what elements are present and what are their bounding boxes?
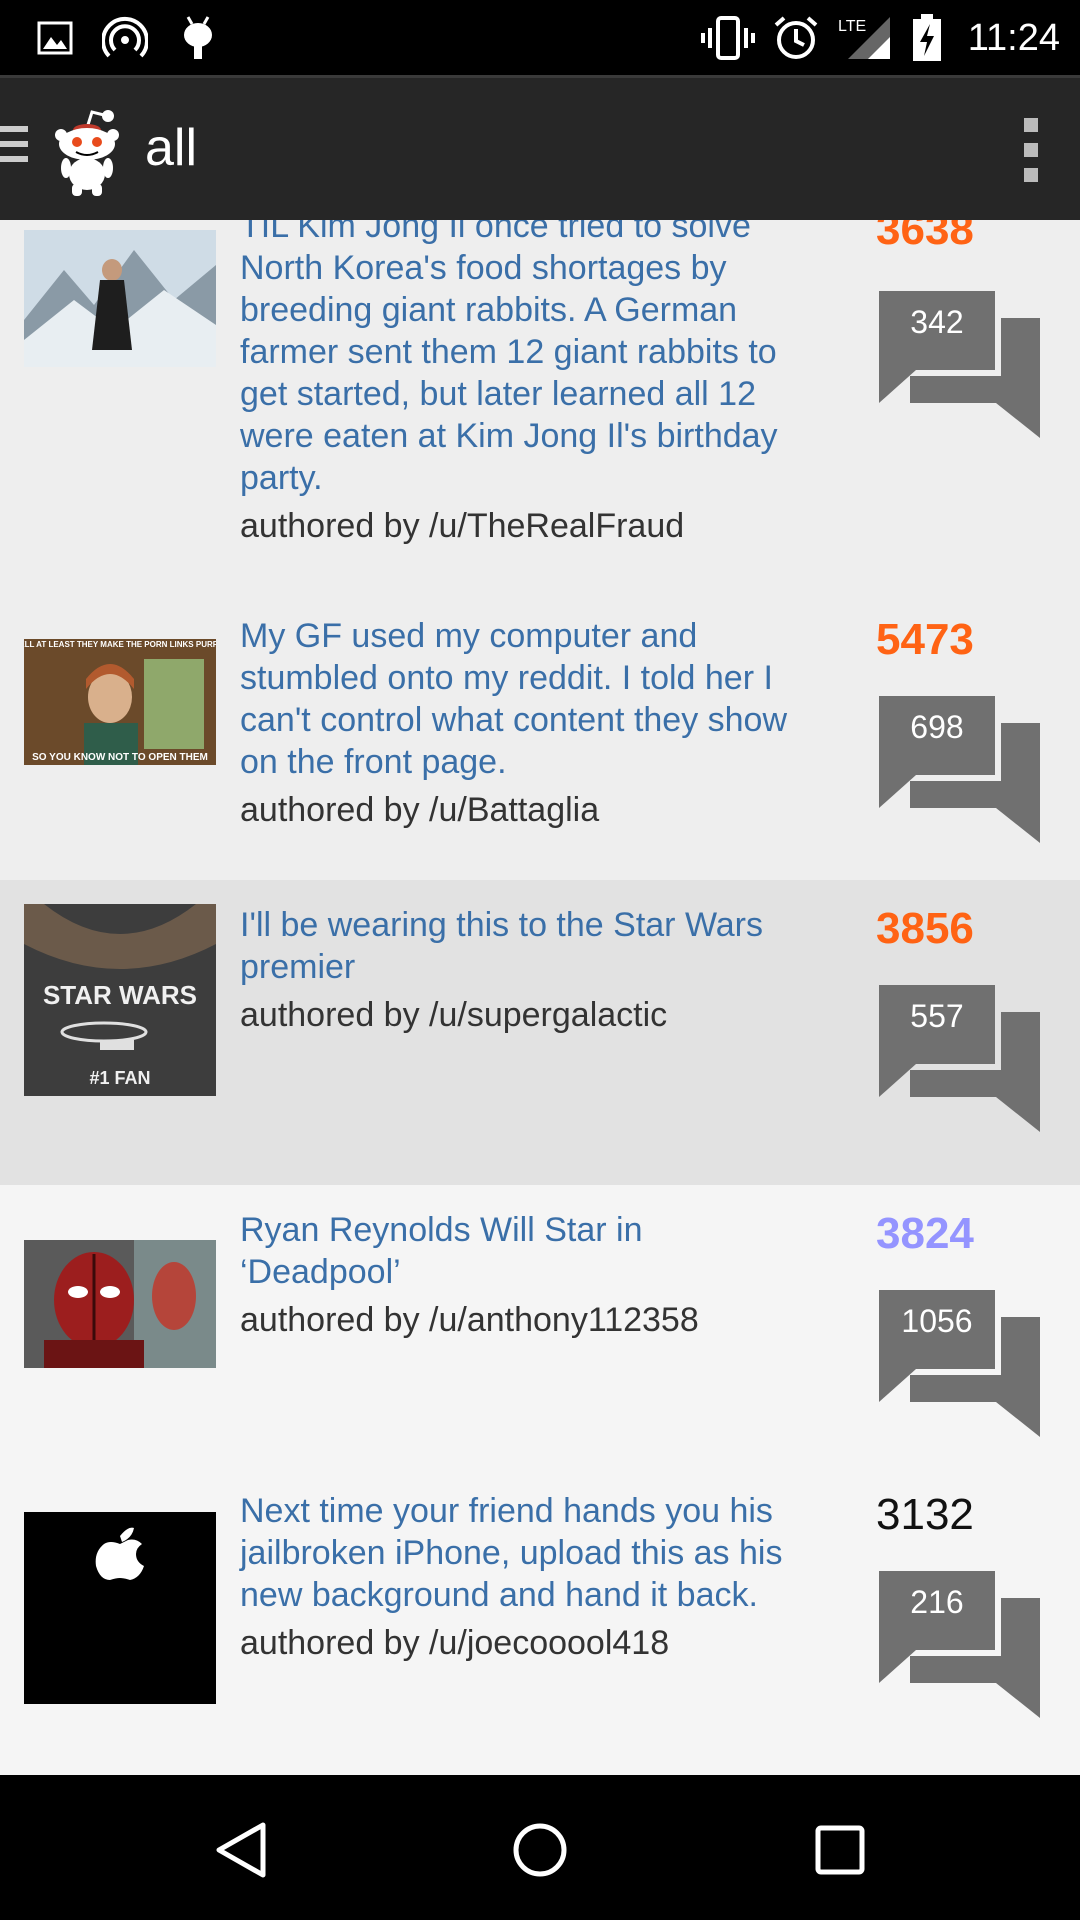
signal-icon: LTE [838,14,892,62]
thumbnail-caption-top: WELL AT LEAST THEY MAKE THE PORN LINKS P… [24,640,216,649]
comments-button[interactable]: 698 [873,690,1046,843]
comment-count: 216 [910,1584,964,1620]
comment-count: 557 [910,998,964,1034]
post-author[interactable]: authored by /u/TheRealFraud [240,505,800,547]
post-score: 3132 [876,1490,974,1539]
list-item[interactable]: Ryan Reynolds Will Star in ‘Deadpool’ au… [0,1185,1080,1490]
post-score: 5473 [876,615,974,664]
list-item[interactable]: TIL Kim Jong Il once tried to solve Nort… [0,220,1080,615]
android-debug-icon [178,14,218,62]
list-item[interactable]: STAR WARS #1 FAN I'll be wearing this to… [0,880,1080,1185]
post-title[interactable]: Next time your friend hands you his jail… [240,1492,782,1614]
network-type-label: LTE [838,18,866,35]
battery-charging-icon [912,14,942,62]
reddit-logo[interactable] [52,106,122,196]
comments-button[interactable]: 1056 [873,1284,1046,1437]
comment-count: 1056 [901,1303,973,1339]
comments-button[interactable]: 216 [873,1565,1046,1718]
post-thumbnail[interactable]: STAR WARS #1 FAN [24,904,216,1096]
post-thumbnail[interactable]: WELL AT LEAST THEY MAKE THE PORN LINKS P… [12,639,229,765]
hotspot-icon [102,14,148,62]
post-author[interactable]: authored by /u/joecooool418 [240,1622,800,1664]
navigation-bar [0,1775,1080,1920]
list-item[interactable]: Next time your friend hands you his jail… [0,1490,1080,1775]
image-icon [36,14,74,62]
comments-button[interactable]: 557 [873,979,1046,1132]
post-title[interactable]: Ryan Reynolds Will Star in ‘Deadpool’ [240,1211,642,1291]
thumbnail-caption-bottom: SO YOU KNOW NOT TO OPEN THEM [32,752,208,763]
post-title[interactable]: My GF used my computer and stumbled onto… [240,617,787,781]
status-bar: LTE 11:24 [0,0,1080,75]
post-list: TIL Kim Jong Il once tried to solve Nort… [0,220,1080,1775]
post-score: 3638 [876,220,974,254]
back-icon[interactable] [205,1815,275,1885]
home-icon[interactable] [505,1815,575,1885]
recents-icon[interactable] [805,1815,875,1885]
list-item[interactable]: WELL AT LEAST THEY MAKE THE PORN LINKS P… [0,615,1080,900]
post-author[interactable]: authored by /u/supergalactic [240,994,800,1036]
comments-button[interactable]: 342 [873,285,1046,438]
thumbnail-caption-top: STAR WARS [43,980,197,1010]
post-title[interactable]: I'll be wearing this to the Star Wars pr… [240,906,763,986]
status-clock: 11:24 [967,17,1060,59]
post-author[interactable]: authored by /u/anthony112358 [240,1299,800,1341]
post-thumbnail[interactable] [24,230,216,367]
menu-icon[interactable] [0,126,30,170]
overflow-menu-icon[interactable] [1024,118,1040,182]
post-score: 3824 [876,1209,974,1258]
comment-count: 342 [910,304,964,340]
alarm-icon [772,14,820,62]
post-thumbnail[interactable] [24,1512,216,1704]
post-author[interactable]: authored by /u/Battaglia [240,789,800,831]
thumbnail-caption-bottom: #1 FAN [89,1068,150,1088]
post-score: 3856 [876,904,974,953]
subreddit-title: all [145,119,198,177]
post-thumbnail[interactable] [24,1240,216,1368]
post-title[interactable]: TIL Kim Jong Il once tried to solve Nort… [240,220,778,497]
vibrate-icon [700,14,756,62]
app-bar: all [0,75,1080,220]
comment-count: 698 [910,709,964,745]
